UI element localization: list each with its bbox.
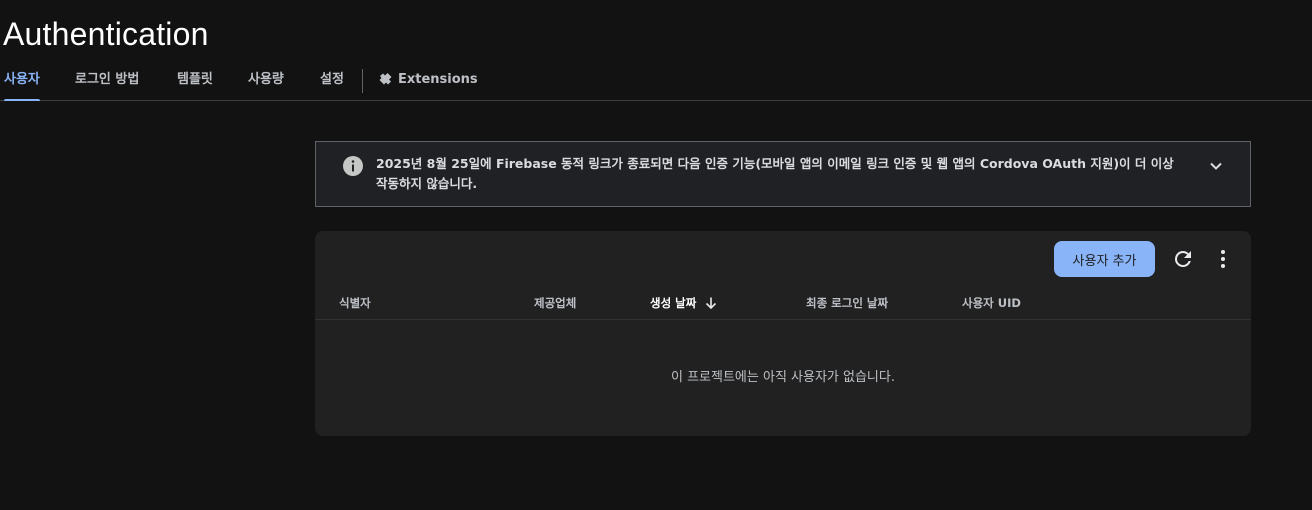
tab-extensions-label: Extensions	[398, 72, 478, 87]
notice-text: 2025년 8월 25일에 Firebase 동적 링크가 종료되면 다음 인증…	[376, 154, 1196, 194]
tab-extensions[interactable]: Extensions	[378, 60, 478, 100]
arrow-down-icon	[706, 297, 717, 310]
empty-state-message: 이 프로젝트에는 아직 사용자가 없습니다.	[671, 370, 895, 385]
tab-divider	[362, 69, 363, 93]
tab-sign-in-method[interactable]: 로그인 방법	[75, 60, 139, 100]
tab-templates[interactable]: 템플릿	[177, 60, 213, 100]
extensions-icon	[379, 73, 392, 85]
column-header-created[interactable]: 생성 날짜	[650, 295, 718, 311]
notice-text-line1: 2025년 8월 25일에 Firebase 동적 링크가 종료되면 다음 인증…	[376, 156, 1174, 171]
tab-usage[interactable]: 사용량	[248, 60, 284, 100]
column-header-created-label: 생성 날짜	[650, 296, 697, 310]
column-header-provider[interactable]: 제공업체	[534, 295, 576, 311]
users-table-card: 사용자 추가 식별자 제공업체 생성 날짜 최종 로그인 날짜 사용자 UID …	[315, 231, 1251, 436]
chevron-down-icon[interactable]	[1206, 156, 1226, 176]
deprecation-notice: 2025년 8월 25일에 Firebase 동적 링크가 종료되면 다음 인증…	[315, 141, 1251, 207]
tab-users[interactable]: 사용자	[4, 60, 40, 101]
refresh-icon[interactable]	[1171, 247, 1195, 271]
tab-settings[interactable]: 설정	[320, 60, 344, 100]
page-title: Authentication	[3, 16, 209, 52]
column-header-identifier[interactable]: 식별자	[339, 295, 371, 311]
add-user-button[interactable]: 사용자 추가	[1054, 241, 1155, 277]
more-vert-icon[interactable]	[1211, 247, 1235, 271]
table-header-divider	[315, 319, 1251, 320]
tab-bar: 사용자 로그인 방법 템플릿 사용량 설정 Extensions	[0, 60, 1312, 101]
column-header-last-sign-in[interactable]: 최종 로그인 날짜	[806, 295, 888, 311]
column-header-user-uid[interactable]: 사용자 UID	[962, 295, 1021, 311]
info-icon	[343, 156, 363, 176]
notice-text-line2: 작동하지 않습니다.	[376, 176, 478, 191]
